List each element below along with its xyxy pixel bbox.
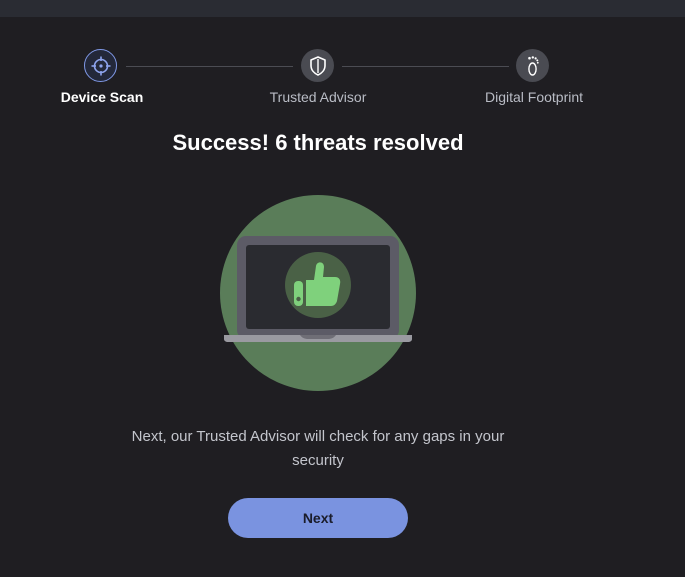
step-label-digital-footprint: Digital Footprint [484,89,584,105]
step-device-scan[interactable] [84,49,117,82]
shield-icon [309,55,326,76]
info-message: Next, our Trusted Advisor will check for… [131,428,505,469]
step-label-device-scan: Device Scan [60,89,144,105]
laptop-thumbs-up-icon [220,195,416,391]
step-digital-footprint[interactable] [516,49,549,82]
step-connector [342,66,509,67]
crosshair-icon [91,56,110,75]
footprint-icon [527,55,539,76]
step-label-trusted-advisor: Trusted Advisor [269,89,367,105]
progress-stepper: Device Scan Trusted Advisor Digital Foot… [0,0,685,120]
step-connector [126,66,293,67]
success-illustration [218,193,418,393]
step-trusted-advisor[interactable] [301,49,334,82]
next-button[interactable]: Next [228,498,408,538]
page-title: Success! 6 threats resolved [172,130,464,155]
